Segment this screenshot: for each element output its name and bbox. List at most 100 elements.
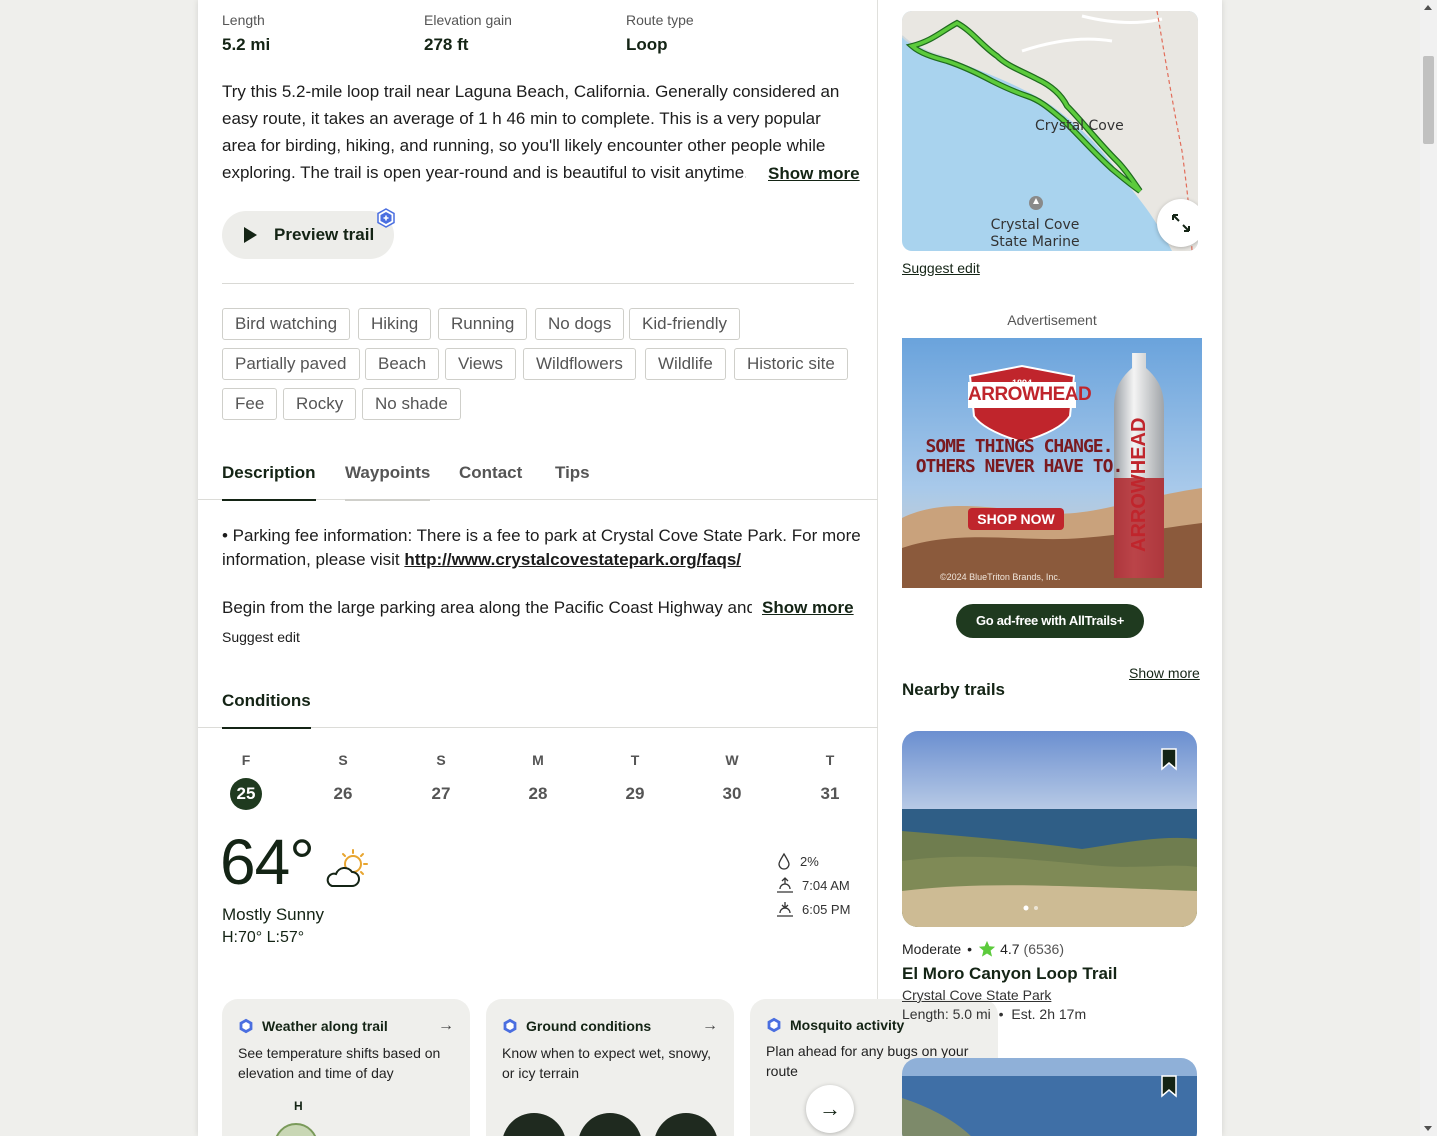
map-label: Crystal Cove: [1035, 118, 1124, 134]
high-low-temps: H:70° L:57°: [222, 929, 305, 946]
ice-icon: [654, 1113, 718, 1136]
day-of-week: S: [338, 752, 348, 768]
plus-badge-icon: [503, 1018, 517, 1034]
stat-elevation: Elevation gain 278 ft: [424, 12, 512, 55]
description-show-more[interactable]: Show more: [746, 160, 860, 187]
trail-rating: 4.7: [1000, 941, 1020, 957]
divider: [222, 283, 854, 284]
tab-tips[interactable]: Tips: [555, 463, 590, 499]
forecast-day[interactable]: S 27: [421, 752, 461, 810]
day-number: 31: [820, 784, 840, 803]
day-number: 26: [333, 784, 353, 803]
ad-shop-now-button[interactable]: SHOP NOW: [968, 508, 1064, 530]
trail-review-count: (6536): [1023, 941, 1064, 957]
tag[interactable]: Views: [445, 348, 517, 380]
suggest-edit-link[interactable]: Suggest edit: [902, 260, 980, 276]
day-of-week: T: [630, 752, 640, 768]
sidebar: Crystal Cove Crystal Cove State Marine S…: [878, 0, 1222, 1136]
day-of-week: T: [825, 752, 835, 768]
parking-info: • Parking fee information: There is a fe…: [222, 524, 862, 572]
bookmark-icon[interactable]: [1159, 1074, 1179, 1098]
trail-name[interactable]: El Moro Canyon Loop Trail: [902, 964, 1117, 984]
day-number: 28: [528, 784, 548, 803]
tag[interactable]: Rocky: [283, 388, 357, 420]
trail-difficulty: Moderate: [902, 941, 962, 957]
advertisement[interactable]: 1894 ARROWHEAD SOME THINGS CHANGE. OTHER…: [902, 338, 1202, 588]
plus-badge-icon: [767, 1017, 781, 1033]
carousel-next-button[interactable]: →: [806, 1085, 854, 1133]
tab-contact[interactable]: Contact: [459, 463, 522, 499]
ad-tagline-line: OTHERS NEVER HAVE TO.: [915, 456, 1124, 477]
tag[interactable]: Historic site: [734, 348, 848, 380]
tag[interactable]: Hiking: [358, 308, 432, 340]
plus-badge-icon: [239, 1018, 253, 1034]
tag[interactable]: Bird watching: [222, 308, 351, 340]
tag[interactable]: Fee: [222, 388, 278, 420]
card-body: Know when to expect wet, snowy, or icy t…: [502, 1045, 712, 1081]
day-number: 27: [431, 784, 451, 803]
tag[interactable]: Wildflowers: [523, 348, 636, 380]
conditions-tabs: Conditions: [198, 689, 878, 729]
scroll-down-icon[interactable]: [1424, 1126, 1432, 1131]
preview-trail-button[interactable]: Preview trail: [222, 211, 394, 259]
trail-length-est: Length: 5.0 mi • Est. 2h 17m: [902, 1006, 1086, 1022]
directions-text: Begin from the large parking area along …: [222, 598, 752, 617]
stat-label: Elevation gain: [424, 12, 512, 28]
page-scrollbar[interactable]: [1420, 0, 1437, 1136]
stat-value: Loop: [626, 35, 668, 54]
preview-trail-label: Preview trail: [274, 225, 375, 244]
tab-conditions[interactable]: Conditions: [222, 691, 311, 729]
day-number: 25: [230, 778, 262, 810]
tag[interactable]: Running: [438, 308, 528, 340]
stat-length: Length 5.2 mi: [222, 12, 270, 55]
bookmark-icon[interactable]: [1159, 747, 1179, 771]
scrollbar-thumb[interactable]: [1423, 56, 1434, 144]
elevation-chart-icon: [274, 1123, 318, 1136]
parking-link[interactable]: http://www.crystalcovestatepark.org/faqs…: [404, 550, 741, 569]
tag[interactable]: No shade: [362, 388, 461, 420]
stat-route-type: Route type Loop: [626, 12, 694, 55]
directions-show-more[interactable]: Show more: [762, 596, 854, 620]
forecast-day[interactable]: W 30: [712, 752, 752, 810]
stat-label: Route type: [626, 12, 694, 28]
tab-waypoints[interactable]: Waypoints: [345, 463, 431, 501]
tag[interactable]: Partially paved: [222, 348, 360, 380]
sunrise: 7:04 AM: [776, 876, 850, 894]
condition-summary: Mostly Sunny: [222, 905, 325, 924]
ground-conditions-card[interactable]: Ground conditions → Know when to expect …: [486, 999, 734, 1136]
nearby-trails-heading: Nearby trails: [902, 680, 1005, 699]
weather-along-trail-card[interactable]: Weather along trail → See temperature sh…: [222, 999, 470, 1136]
expand-map-button[interactable]: [1157, 199, 1198, 247]
card-title: Weather along trail: [262, 1018, 388, 1034]
trail-photo[interactable]: [902, 731, 1197, 927]
tag[interactable]: Wildlife: [645, 348, 726, 380]
forecast-day[interactable]: T 29: [615, 752, 655, 810]
nearby-show-more[interactable]: Show more: [1129, 665, 1200, 681]
stat-label: Length: [222, 12, 265, 28]
forecast-day[interactable]: F 25: [226, 752, 266, 810]
page: Length 5.2 mi Elevation gain 278 ft Rout…: [198, 0, 1222, 1136]
forecast-day[interactable]: T 31: [810, 752, 850, 810]
forecast-day[interactable]: M 28: [518, 752, 558, 810]
forecast-day[interactable]: S 26: [323, 752, 363, 810]
trail-meta: Moderate • 4.7 (6536): [902, 940, 1064, 958]
ad-tagline-line: SOME THINGS CHANGE.: [925, 436, 1114, 457]
tab-description[interactable]: Description: [222, 463, 316, 501]
sunset-icon: [777, 902, 793, 917]
go-ad-free-button[interactable]: Go ad-free with AllTrails+: [956, 604, 1144, 638]
arrow-right-icon: →: [819, 1096, 841, 1121]
trail-photo[interactable]: [902, 1058, 1197, 1136]
stat-value: 5.2 mi: [222, 35, 271, 54]
trail-park-link[interactable]: Crystal Cove State Park: [902, 987, 1051, 1003]
scroll-up-icon[interactable]: [1424, 5, 1432, 10]
tag[interactable]: Kid-friendly: [629, 308, 741, 340]
day-of-week: F: [241, 752, 251, 768]
suggest-edit-link[interactable]: Suggest edit: [222, 629, 300, 645]
tag[interactable]: Beach: [365, 348, 440, 380]
trail-map[interactable]: Crystal Cove Crystal Cove State Marine: [902, 11, 1198, 251]
star-icon: [978, 940, 996, 957]
snow-icon: [502, 1113, 566, 1136]
tag[interactable]: No dogs: [535, 308, 625, 340]
main-column: Length 5.2 mi Elevation gain 278 ft Rout…: [198, 0, 998, 1136]
day-of-week: S: [436, 752, 446, 768]
